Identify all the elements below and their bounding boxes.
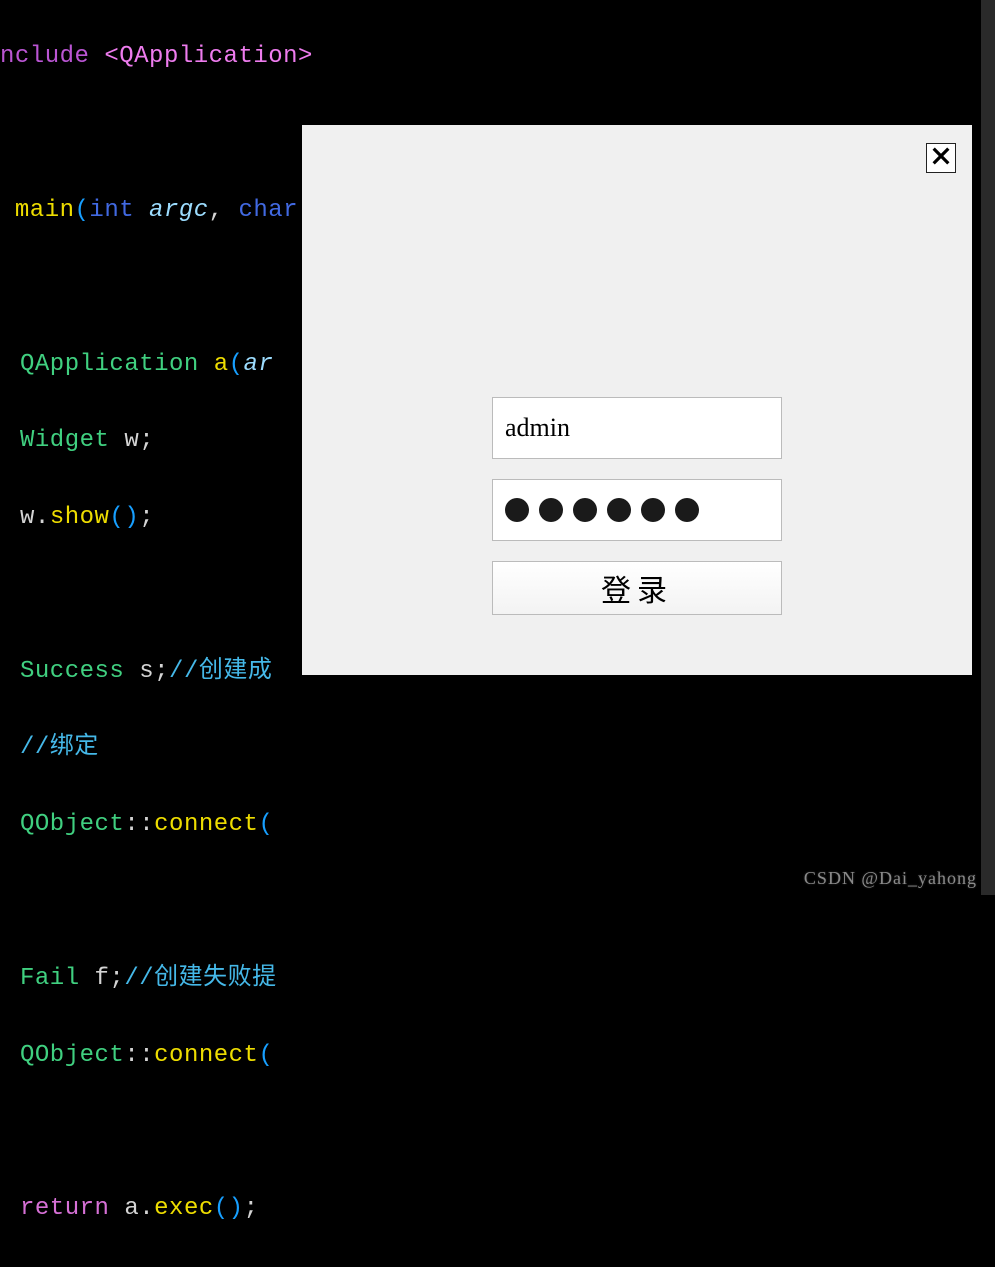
var-name: s (139, 658, 154, 685)
right-scrollbar-track[interactable] (981, 0, 995, 895)
include-path: <QApplication> (104, 43, 313, 70)
var-name: f (95, 965, 110, 992)
login-form: 登录 (492, 397, 782, 615)
obj-name: w (20, 504, 35, 531)
return-keyword: return (20, 1195, 109, 1222)
comment: //创建失败提 (124, 965, 276, 992)
class-name: QObject (20, 1042, 124, 1069)
login-button[interactable]: 登录 (492, 561, 782, 615)
param-name: argc (149, 197, 209, 224)
var-name: w (124, 427, 139, 454)
method-name: connect (154, 811, 258, 838)
class-name: QApplication (20, 351, 199, 378)
password-dot (573, 498, 597, 522)
func-name: main (15, 197, 75, 224)
close-button[interactable] (926, 143, 956, 173)
watermark: CSDN @Dai_yahong (804, 868, 977, 889)
class-name: Fail (20, 965, 80, 992)
class-name: Success (20, 658, 124, 685)
param-type: char (238, 197, 298, 224)
class-name: Widget (20, 427, 109, 454)
login-dialog: 登录 (302, 125, 972, 675)
password-input[interactable] (492, 479, 782, 541)
password-dot (539, 498, 563, 522)
method-name: show (50, 504, 110, 531)
comment: //创建成 (169, 658, 272, 685)
password-dot (505, 498, 529, 522)
obj-name: a (124, 1195, 139, 1222)
close-icon (930, 145, 952, 172)
class-name: QObject (20, 811, 124, 838)
comment: //绑定 (20, 734, 99, 761)
param-type: int (89, 197, 134, 224)
var-name: a (214, 351, 229, 378)
arg: ar (244, 351, 274, 378)
password-dot (641, 498, 665, 522)
method-name: connect (154, 1042, 258, 1069)
method-name: exec (154, 1195, 214, 1222)
preproc-directive: nclude (0, 43, 89, 70)
password-dot (607, 498, 631, 522)
username-input[interactable] (492, 397, 782, 459)
password-dot (675, 498, 699, 522)
